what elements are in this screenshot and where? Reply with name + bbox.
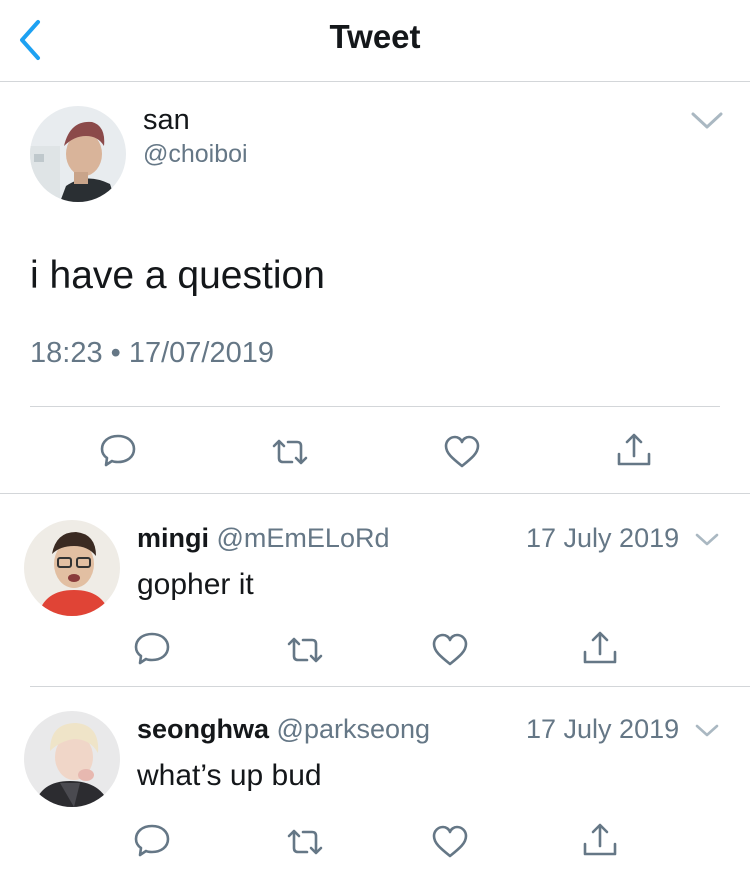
reply-icon [100, 434, 136, 467]
like-button[interactable] [430, 630, 470, 670]
avatar[interactable] [30, 106, 126, 202]
retweet-icon [287, 637, 323, 663]
retweet-icon [287, 829, 323, 855]
avatar[interactable] [24, 520, 120, 616]
divider [30, 406, 720, 407]
share-icon [583, 631, 617, 664]
reply-button[interactable] [132, 820, 172, 860]
retweet-button[interactable] [285, 630, 325, 670]
heart-icon [432, 825, 468, 858]
tweet-time: 18:23 [30, 337, 103, 369]
chevron-down-icon [691, 112, 723, 129]
retweet-icon [272, 439, 308, 465]
reply-name: seonghwa [137, 714, 270, 744]
reply-icon [134, 824, 170, 857]
reply-text: gopher it [137, 568, 254, 601]
like-button[interactable] [430, 822, 470, 862]
share-icon [583, 823, 617, 856]
reply-handle: @parkseong [276, 714, 431, 744]
page-title: Tweet [329, 18, 421, 55]
reply-icon [134, 632, 170, 665]
reply-menu-button[interactable] [694, 722, 720, 740]
avatar-image [24, 711, 120, 807]
avatar-image [30, 106, 126, 202]
heart-icon [432, 633, 468, 666]
reply-author[interactable]: mingi @mEmELoRd [137, 523, 389, 554]
reply-name: mingi [137, 523, 209, 553]
tweet-menu-button[interactable] [690, 110, 724, 132]
reply-date: 17 July 2019 [526, 523, 680, 553]
author-handle[interactable]: @choiboi [143, 140, 248, 169]
share-button[interactable] [580, 628, 620, 668]
like-button[interactable] [442, 432, 482, 472]
timestamp-separator: • [110, 337, 121, 369]
author-name[interactable]: san [143, 104, 190, 137]
chevron-down-icon [695, 724, 719, 737]
share-icon [617, 433, 651, 466]
reply-button[interactable] [98, 430, 138, 470]
retweet-button[interactable] [270, 432, 310, 472]
divider [30, 686, 750, 687]
chevron-down-icon [695, 533, 719, 546]
tweet-timestamp: 18:23 • 17/07/2019 [30, 337, 274, 370]
tweet-text: i have a question [30, 254, 325, 297]
reply-button[interactable] [132, 628, 172, 668]
retweet-button[interactable] [285, 822, 325, 862]
tweet-date: 17/07/2019 [128, 337, 275, 369]
divider [0, 493, 750, 494]
reply-handle: @mEmELoRd [216, 523, 390, 553]
reply-menu-button[interactable] [694, 531, 720, 549]
reply-text: what’s up bud [137, 759, 322, 792]
nav-bar: Tweet [0, 0, 750, 82]
heart-icon [444, 435, 480, 468]
share-button[interactable] [580, 820, 620, 860]
avatar[interactable] [24, 711, 120, 807]
reply-author[interactable]: seonghwa @parkseong [137, 714, 430, 745]
reply-date: 17 July 2019 [526, 714, 680, 744]
avatar-image [24, 520, 120, 616]
share-button[interactable] [614, 430, 654, 470]
